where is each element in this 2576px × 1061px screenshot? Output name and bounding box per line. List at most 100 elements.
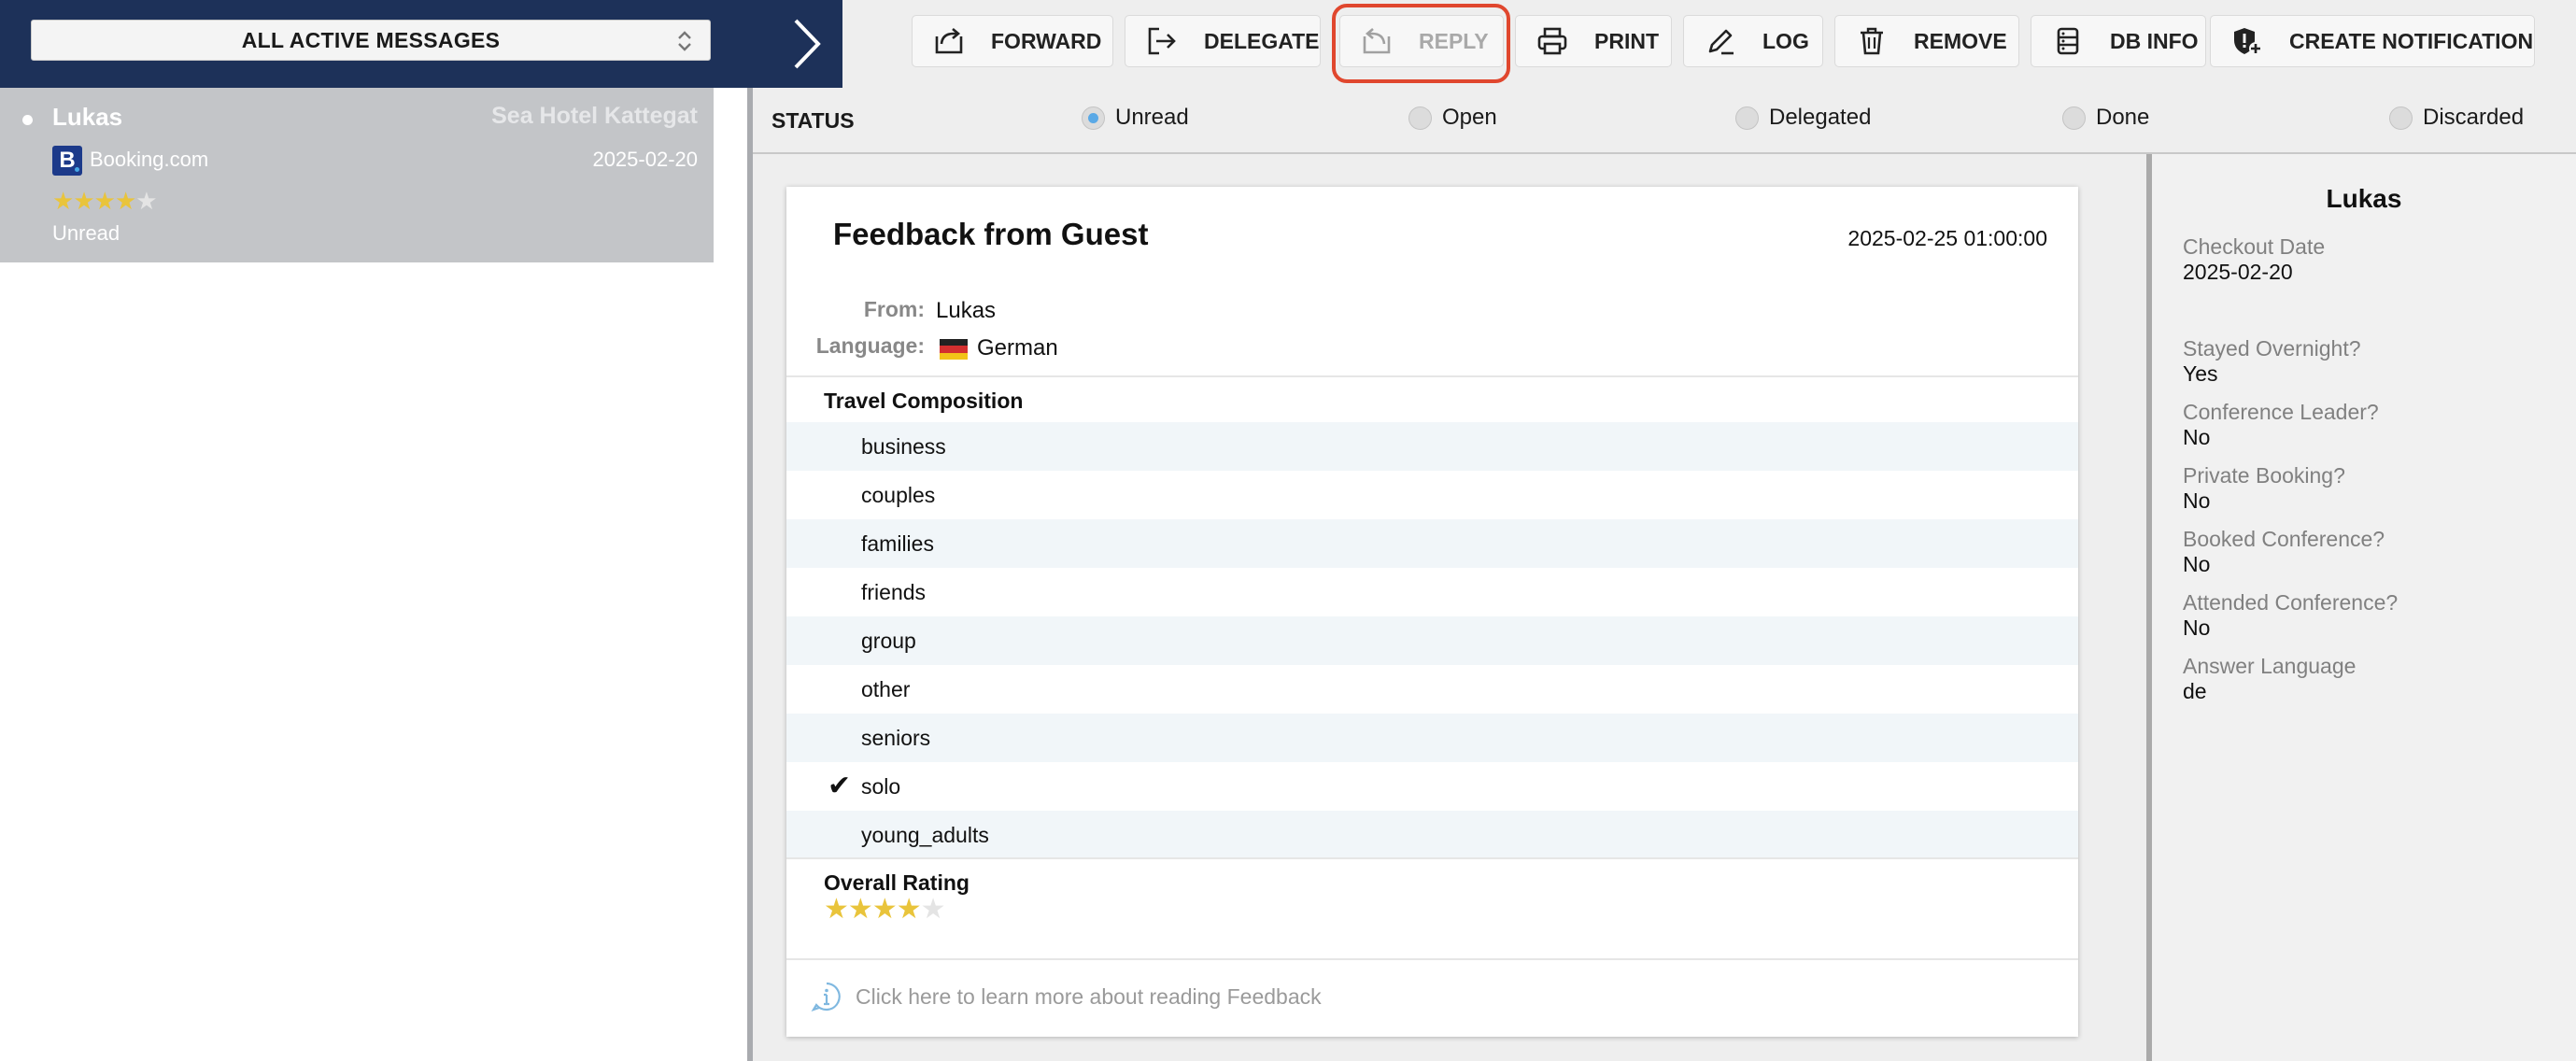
radio-label: Done: [2096, 105, 2150, 130]
conference-leader-value: No: [2183, 425, 2211, 449]
message-date: 2025-02-20: [592, 148, 698, 171]
trash-icon: [1861, 27, 1883, 55]
travel-composition-row: other: [786, 665, 2078, 714]
divider: [786, 958, 2078, 960]
travel-composition-label: other: [861, 677, 911, 701]
shield-plus-icon: [2234, 28, 2262, 55]
feedback-card: Feedback from Guest 2025-02-25 01:00:00 …: [786, 187, 2078, 1037]
travel-composition-label: couples: [861, 483, 936, 507]
status-radio-unread[interactable]: Unread: [1082, 105, 1189, 131]
checkmark-icon: ✔: [828, 771, 852, 801]
remove-label: REMOVE: [1914, 28, 2007, 53]
radio-label: Delegated: [1769, 105, 1872, 130]
delegate-label: DELEGATE: [1204, 28, 1320, 53]
star-filled-icon: ★: [73, 187, 94, 215]
star-filled-icon: ★: [871, 894, 898, 925]
private-booking-label: Private Booking?: [2183, 463, 2345, 488]
forward-icon: [935, 28, 963, 54]
feedback-timestamp: 2025-02-25 01:00:00: [1847, 226, 2047, 250]
travel-composition-label: families: [861, 531, 934, 556]
guest-panel-name: Lukas: [2326, 184, 2402, 213]
star-filled-icon: ★: [847, 894, 873, 925]
overall-rating-heading: Overall Rating: [824, 870, 970, 895]
star-filled-icon: ★: [52, 187, 74, 215]
star-empty-icon: ★: [920, 894, 946, 925]
travel-composition-heading: Travel Composition: [824, 389, 1024, 413]
radio-label: Discarded: [2423, 105, 2525, 130]
status-radio-done[interactable]: Done: [2062, 105, 2149, 131]
radio-circle: [1735, 106, 1759, 130]
app-root: ALL ACTIVE MESSAGES FORWARD DELEGATE REP…: [0, 0, 2576, 1061]
radio-circle: [2389, 106, 2413, 130]
radio-circle: [2062, 106, 2086, 130]
status-label: STATUS: [771, 108, 855, 133]
conference-leader-label: Conference Leader?: [2183, 400, 2379, 424]
guest-info-panel: Lukas Checkout Date 2025-02-20 Stayed Ov…: [2152, 154, 2576, 1061]
booked-conference-value: No: [2183, 552, 2211, 576]
language-value: German: [977, 335, 1058, 361]
unread-dot: [22, 115, 33, 125]
hotel-name: Sea Hotel Kattegat: [491, 103, 698, 129]
create-notification-label: CREATE NOTIFICATION: [2289, 28, 2534, 53]
star-filled-icon: ★: [896, 894, 922, 925]
message-status: Unread: [52, 221, 120, 245]
radio-label: Open: [1442, 105, 1497, 130]
travel-composition-row: business: [786, 422, 2078, 471]
database-icon: [2057, 27, 2079, 55]
star-filled-icon: ★: [93, 187, 116, 215]
status-bar: STATUS Unread Open Delegated Done Discar…: [753, 88, 2576, 154]
answer-language-value: de: [2183, 679, 2207, 703]
message-list-item[interactable]: Lukas Sea Hotel Kattegat B Booking.com 2…: [0, 88, 714, 262]
from-value: Lukas: [936, 298, 997, 323]
message-filter-label: ALL ACTIVE MESSAGES: [241, 27, 501, 52]
status-radio-discarded[interactable]: Discarded: [2389, 105, 2524, 131]
star-rating: ★★★★★: [52, 187, 158, 216]
travel-composition-row: families: [786, 519, 2078, 568]
private-booking-value: No: [2183, 488, 2211, 513]
print-button[interactable]: PRINT: [1515, 15, 1672, 67]
status-radio-delegated[interactable]: Delegated: [1735, 105, 1871, 131]
log-button[interactable]: LOG: [1683, 15, 1823, 67]
pencil-icon: [1708, 29, 1734, 55]
travel-composition-row: couples: [786, 471, 2078, 519]
travel-composition-label: solo: [861, 774, 901, 799]
travel-composition-row: seniors: [786, 714, 2078, 762]
language-label: Language:: [815, 333, 925, 358]
travel-composition-label: young_adults: [861, 823, 989, 847]
divider: [786, 857, 2078, 859]
forward-label: FORWARD: [991, 28, 1102, 53]
star-filled-icon: ★: [114, 187, 136, 215]
star-filled-icon: ★: [824, 894, 849, 925]
message-list: Lukas Sea Hotel Kattegat B Booking.com 2…: [0, 88, 714, 1061]
create-notification-button[interactable]: CREATE NOTIFICATION: [2210, 15, 2535, 67]
remove-button[interactable]: REMOVE: [1834, 15, 2019, 67]
delegate-button[interactable]: DELEGATE: [1125, 15, 1321, 67]
chevron-right-icon[interactable]: [783, 15, 828, 73]
printer-icon: [1537, 27, 1567, 55]
travel-composition-row: ✔ solo: [786, 762, 2078, 811]
radio-circle: [1408, 106, 1432, 130]
answer-language-label: Answer Language: [2183, 654, 2357, 678]
db-info-button[interactable]: DB INFO: [2031, 15, 2206, 67]
forward-button[interactable]: FORWARD: [912, 15, 1113, 67]
checkout-date-label: Checkout Date: [2183, 234, 2326, 259]
status-radio-open[interactable]: Open: [1408, 105, 1497, 131]
feedback-title: Feedback from Guest: [833, 217, 1149, 251]
travel-composition-label: seniors: [861, 726, 931, 750]
travel-composition-row: young_adults: [786, 811, 2078, 859]
feedback-help-link[interactable]: Click here to learn more about reading F…: [811, 981, 1322, 1012]
booked-conference-label: Booked Conference?: [2183, 527, 2385, 551]
print-label: PRINT: [1594, 28, 1659, 53]
travel-composition-label: friends: [861, 580, 927, 604]
from-label: From:: [863, 297, 925, 321]
delegate-icon: [1148, 27, 1176, 55]
travel-composition-row: friends: [786, 568, 2078, 616]
radio-circle: [1082, 106, 1105, 130]
list-header: ALL ACTIVE MESSAGES: [0, 0, 842, 88]
travel-composition-label: business: [861, 434, 946, 459]
german-flag-icon: [940, 339, 968, 361]
message-filter-dropdown[interactable]: ALL ACTIVE MESSAGES: [31, 20, 711, 61]
updown-arrows-icon: [678, 31, 691, 51]
checkout-date-value: 2025-02-20: [2183, 260, 2293, 284]
booking-logo-icon: B: [52, 146, 82, 176]
